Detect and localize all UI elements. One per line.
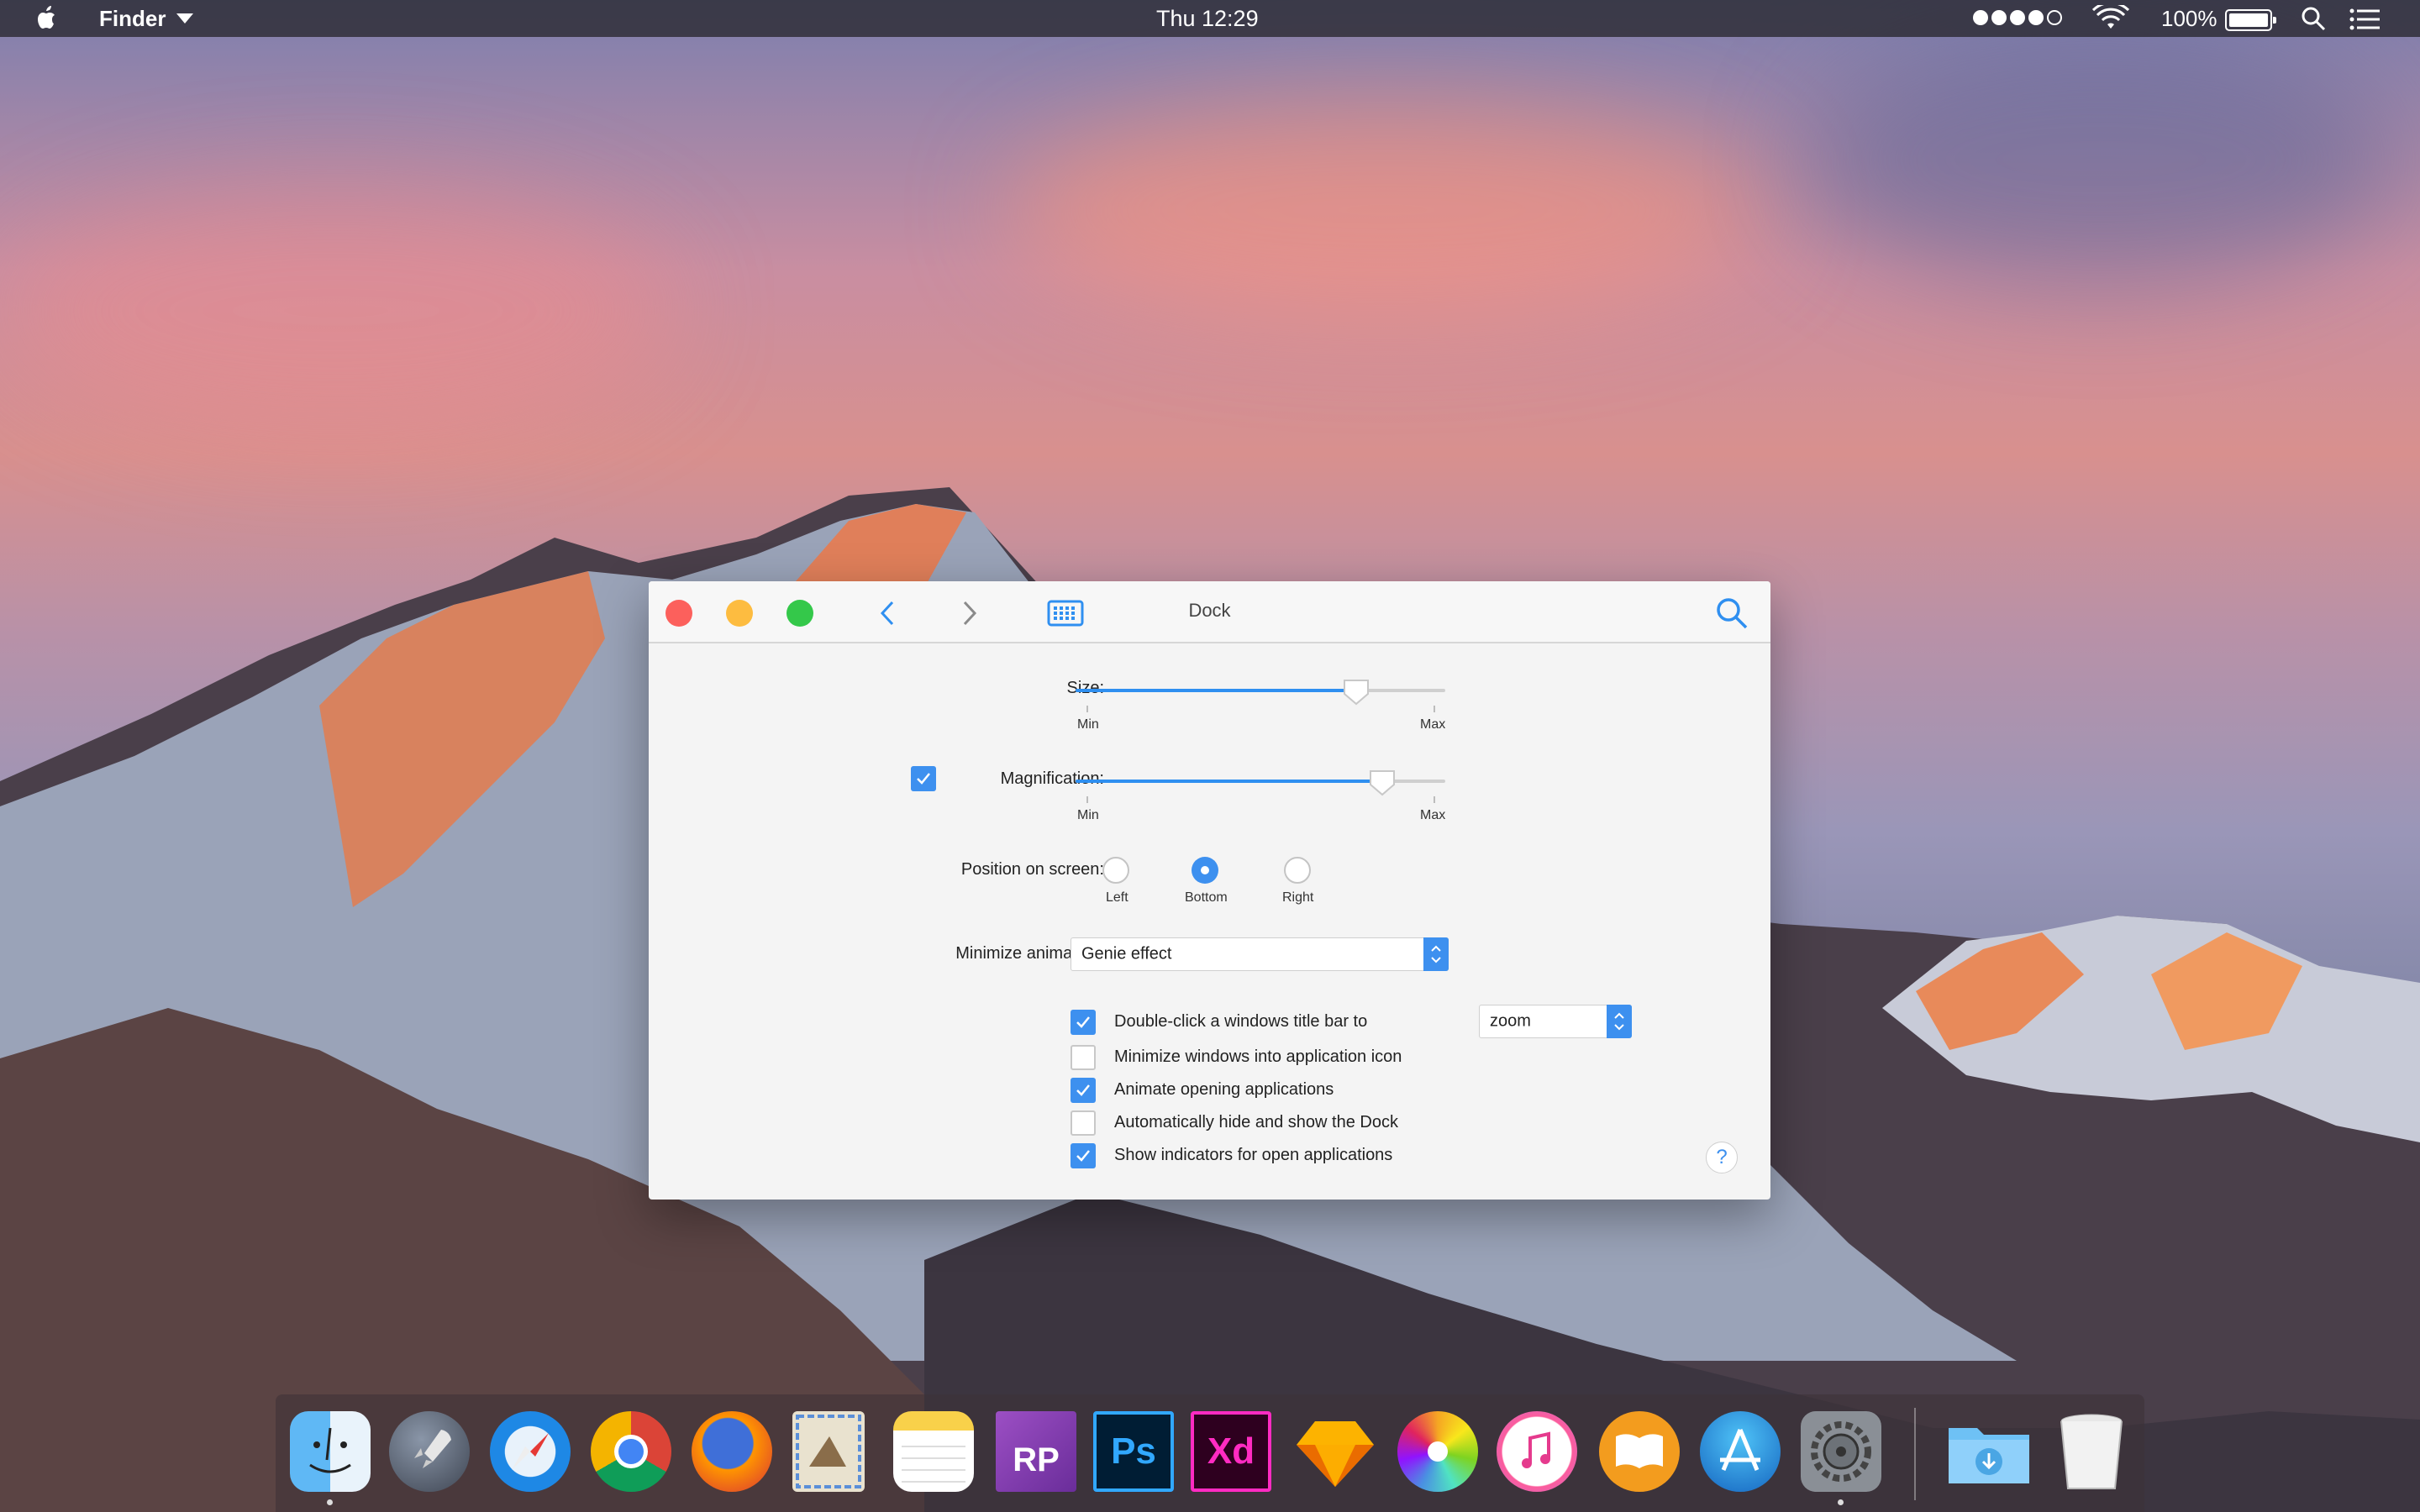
dock-separator (1914, 1408, 1916, 1500)
help-button[interactable]: ? (1706, 1142, 1738, 1173)
position-bottom-radio[interactable] (1192, 857, 1218, 884)
minimize-animation-value: Genie effect (1081, 944, 1172, 963)
double-click-action-value: zoom (1490, 1011, 1531, 1031)
signal-dot (1973, 10, 1988, 25)
checkmark-icon (1076, 1016, 1090, 1028)
magnification-slider-thumb[interactable] (1367, 768, 1397, 798)
window-titlebar[interactable]: Dock (649, 581, 1770, 643)
show-indicators-checkbox[interactable] (1071, 1143, 1096, 1168)
animate-opening-label: Animate opening applications (1114, 1080, 1334, 1099)
minimize-into-icon-checkbox[interactable] (1071, 1045, 1096, 1070)
search-icon[interactable] (1715, 596, 1749, 630)
trash-icon[interactable] (2058, 1411, 2139, 1492)
cellular-signal-icon[interactable] (1973, 10, 2062, 25)
window-title: Dock (1188, 600, 1231, 621)
size-min-tick (1086, 706, 1088, 712)
animate-opening-checkbox[interactable] (1071, 1078, 1096, 1103)
spotlight-search-icon[interactable] (2301, 6, 2326, 31)
double-click-checkbox[interactable] (1071, 1010, 1096, 1035)
position-right-label: Right (1282, 890, 1314, 905)
position-label: Position on screen: (960, 860, 1104, 879)
system-preferences-icon[interactable] (1801, 1411, 1881, 1492)
dock-preferences-window: Dock Size: Min Max Magnification: Min Ma… (649, 581, 1770, 1200)
menu-bar: Finder Thu 12:29 100% (0, 0, 2420, 37)
adobe-xd-icon[interactable]: Xd (1191, 1411, 1271, 1492)
photos-icon[interactable] (1397, 1411, 1478, 1492)
size-max-label: Max (1420, 717, 1446, 732)
double-click-label: Double-click a windows title bar to (1114, 1012, 1368, 1031)
menu-clock[interactable]: Thu 12:29 (1156, 6, 1259, 32)
checkmark-icon (1076, 1150, 1090, 1162)
battery-icon[interactable] (2225, 9, 2276, 31)
mail-icon[interactable] (792, 1411, 865, 1492)
safari-icon[interactable] (490, 1411, 571, 1492)
show-indicators-label: Show indicators for open applications (1114, 1146, 1393, 1164)
axure-rp-icon[interactable]: RP (996, 1411, 1076, 1492)
itunes-icon[interactable] (1497, 1411, 1577, 1492)
system-preferences-running-indicator (1838, 1499, 1844, 1505)
firefox-icon[interactable] (692, 1411, 772, 1492)
position-bottom-label: Bottom (1185, 890, 1228, 905)
position-left-label: Left (1106, 890, 1128, 905)
notes-icon[interactable] (893, 1411, 974, 1492)
minimize-into-icon-label: Minimize windows into application icon (1114, 1047, 1402, 1066)
wifi-icon[interactable] (2092, 5, 2129, 32)
launchpad-icon[interactable] (389, 1411, 470, 1492)
magnification-slider-fill (1076, 780, 1383, 783)
size-slider-track[interactable] (1076, 689, 1445, 692)
chrome-icon[interactable] (591, 1411, 671, 1492)
position-right-radio[interactable] (1284, 857, 1311, 884)
signal-dot (2047, 10, 2062, 25)
apple-logo-icon[interactable] (34, 5, 60, 32)
size-slider-thumb[interactable] (1341, 677, 1371, 707)
magnification-max-label: Max (1420, 808, 1446, 822)
finder-running-indicator (327, 1499, 333, 1505)
app-store-icon[interactable] (1700, 1411, 1781, 1492)
photoshop-icon[interactable]: Ps (1093, 1411, 1174, 1492)
magnification-min-label: Min (1077, 808, 1099, 822)
checkmark-icon (1076, 1084, 1090, 1096)
minimize-animation-select[interactable]: Genie effect (1071, 937, 1449, 971)
select-stepper-icon (1423, 937, 1449, 971)
autohide-dock-checkbox[interactable] (1071, 1110, 1096, 1136)
signal-dot (1991, 10, 2007, 25)
signal-dot (2028, 10, 2044, 25)
size-min-label: Min (1077, 717, 1099, 732)
magnification-checkbox[interactable] (911, 766, 936, 791)
magnification-min-tick (1086, 796, 1088, 803)
magnification-max-tick (1434, 796, 1435, 803)
sketch-icon[interactable] (1295, 1411, 1376, 1492)
select-stepper-icon (1607, 1005, 1632, 1038)
double-click-action-select[interactable]: zoom (1479, 1005, 1632, 1038)
ibooks-icon[interactable] (1599, 1411, 1680, 1492)
position-left-radio[interactable] (1102, 857, 1129, 884)
autohide-dock-label: Automatically hide and show the Dock (1114, 1113, 1398, 1131)
chevron-down-icon[interactable] (176, 13, 193, 24)
finder-icon[interactable] (290, 1411, 371, 1492)
battery-percent[interactable]: 100% (2161, 6, 2217, 32)
active-app-menu[interactable]: Finder (99, 6, 166, 32)
downloads-folder-icon[interactable] (1945, 1411, 2029, 1492)
notification-center-icon[interactable] (2349, 8, 2380, 30)
signal-dot (2010, 10, 2025, 25)
size-slider-fill (1076, 689, 1357, 692)
size-max-tick (1434, 706, 1435, 712)
checkmark-icon (917, 773, 930, 785)
